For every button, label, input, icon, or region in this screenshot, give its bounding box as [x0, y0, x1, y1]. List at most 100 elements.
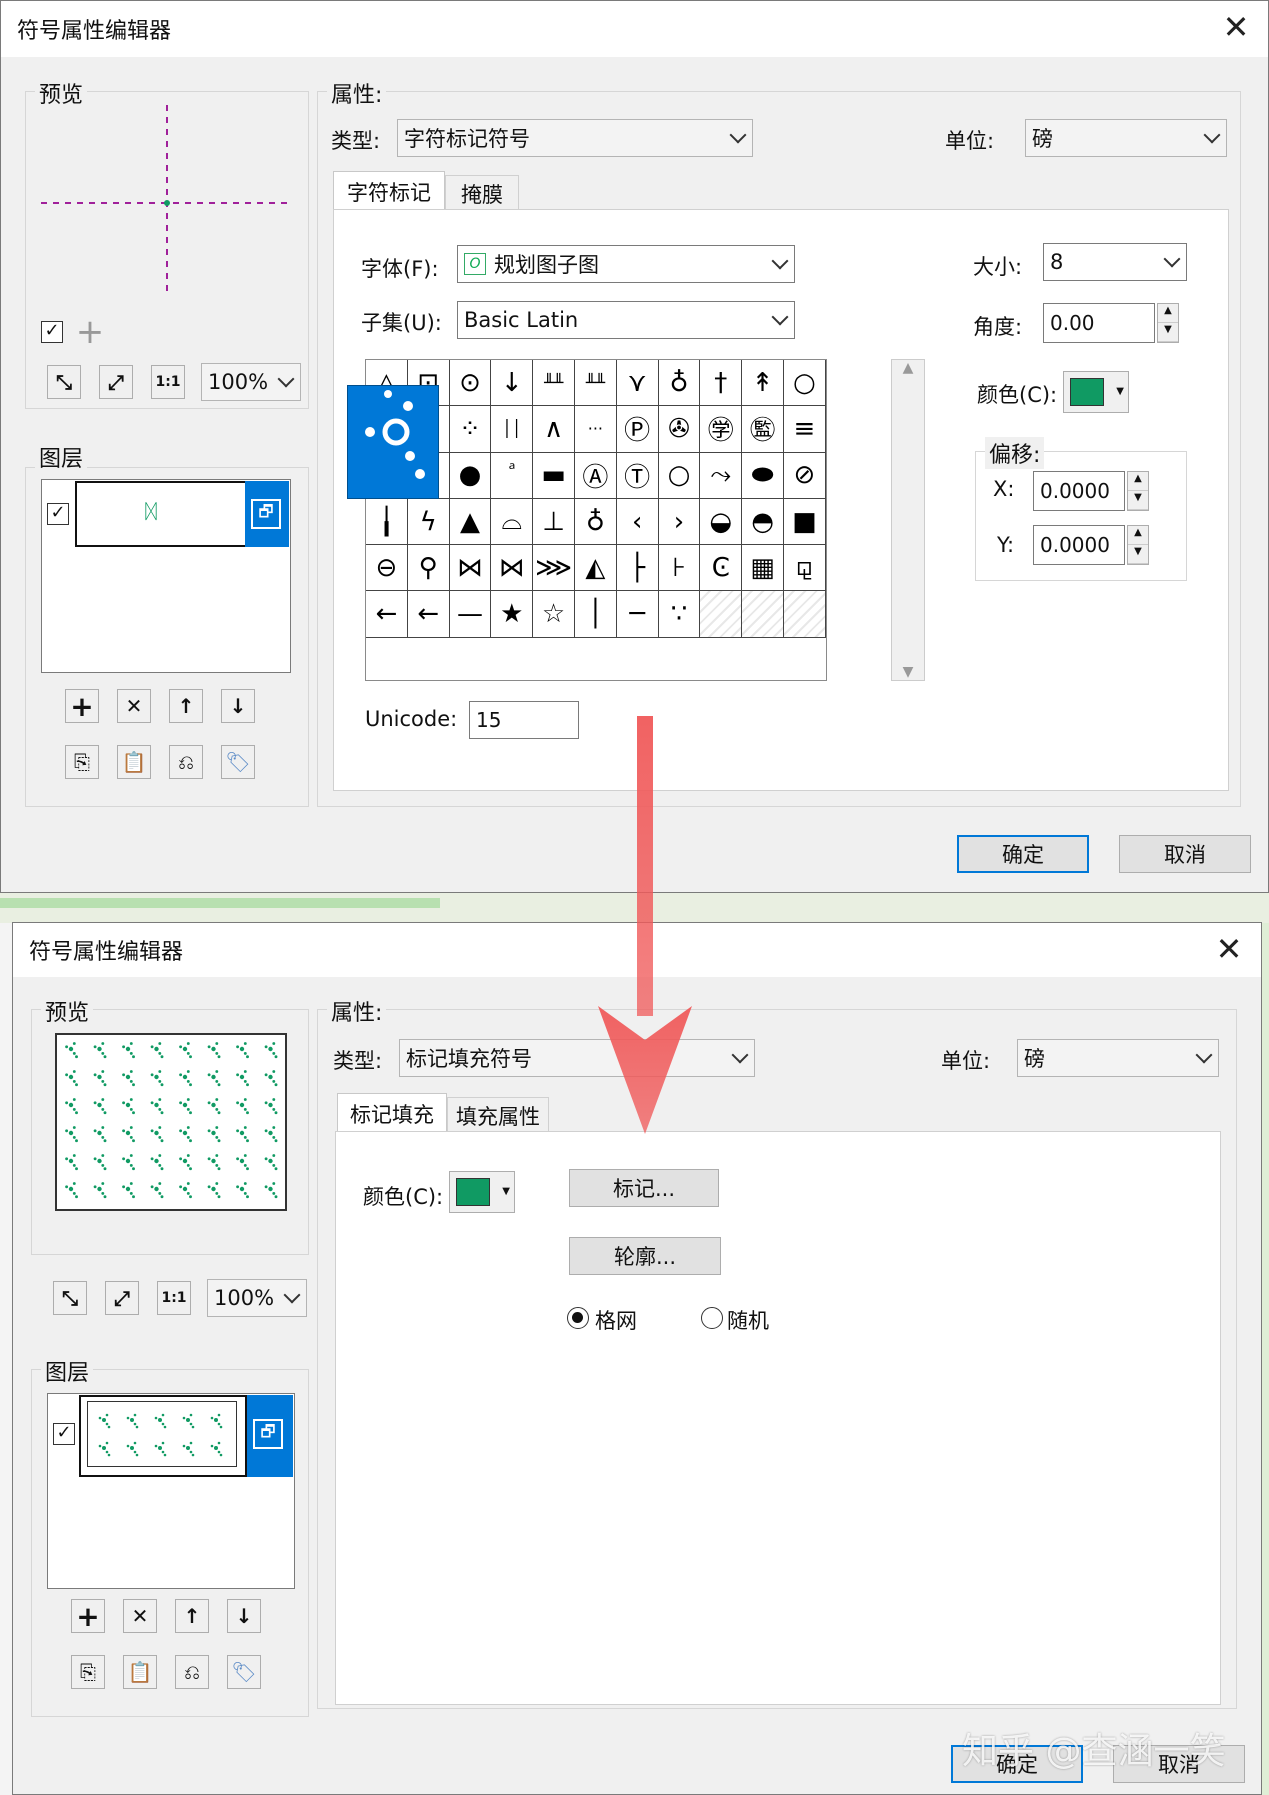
color-picker[interactable]: ▼	[1063, 371, 1129, 413]
type-combo[interactable]: 字符标记符号	[397, 119, 753, 157]
zoom-combo-2[interactable]: 100%	[207, 1279, 307, 1317]
angle-spinner[interactable]: ▲ ▼	[1157, 303, 1179, 343]
plus-icon[interactable]: +	[73, 312, 107, 352]
glyph-cell[interactable]	[783, 591, 826, 638]
move-down-icon[interactable]: ↓	[221, 689, 255, 723]
glyph-cell[interactable]: ✇	[658, 406, 701, 453]
type-combo-2[interactable]: 标记填充符号	[399, 1039, 755, 1077]
glyph-cell[interactable]: ●	[449, 452, 492, 499]
glyph-cell[interactable]: Ⓐ	[574, 452, 617, 499]
glyph-cell[interactable]: ⋈	[491, 545, 534, 592]
glyph-cell[interactable]: ⊙	[449, 360, 492, 407]
glyph-cell[interactable]: │	[574, 591, 617, 638]
tag-icon[interactable]: 🏷	[221, 745, 255, 779]
glyph-cell[interactable]: ││	[491, 406, 534, 453]
reset-icon-2[interactable]: ⎌	[175, 1655, 209, 1689]
glyph-cell[interactable]: ○	[783, 360, 826, 407]
random-radio[interactable]	[701, 1307, 723, 1329]
glyph-cell[interactable]: ⋙	[533, 545, 575, 592]
size-combo[interactable]: 8	[1043, 243, 1187, 281]
actual-size-icon-2[interactable]: 1:1	[157, 1281, 191, 1315]
actual-size-icon[interactable]: 1:1	[151, 365, 185, 399]
glyph-cell[interactable]: ⚲	[407, 545, 450, 592]
reset-icon[interactable]: ⎌	[169, 745, 203, 779]
glyph-cell[interactable]: ∵	[658, 591, 701, 638]
glyph-cell[interactable]: ▲	[449, 498, 492, 546]
glyph-cell[interactable]: ⷶ	[491, 452, 534, 499]
glyph-cell[interactable]: ◒	[700, 498, 743, 546]
glyph-scrollbar[interactable]: ▲ ▼	[891, 359, 925, 681]
unit-combo-2[interactable]: 磅	[1017, 1039, 1219, 1077]
glyph-cell[interactable]: ★	[491, 591, 534, 638]
glyph-cell[interactable]: ∧	[533, 406, 575, 453]
glyph-cell[interactable]: ◭	[574, 545, 617, 592]
tab-mask[interactable]: 掩膜	[445, 175, 519, 211]
glyph-cell[interactable]: Ⓣ	[616, 452, 659, 499]
zoom-out-icon-2[interactable]: ⤢	[105, 1281, 139, 1315]
tab-fill-properties[interactable]: 填充属性	[447, 1097, 549, 1133]
glyph-cell[interactable]: Ⓟ	[616, 406, 659, 453]
glyph-cell[interactable]	[742, 591, 784, 638]
glyph-cell[interactable]: ⊘	[783, 452, 826, 499]
paste-icon-2[interactable]: 📋	[123, 1655, 157, 1689]
grid-radio[interactable]	[567, 1307, 589, 1329]
add-layer-icon[interactable]: +	[65, 689, 99, 723]
remove-layer-icon-2[interactable]: ✕	[123, 1599, 157, 1633]
move-up-icon[interactable]: ↑	[169, 689, 203, 723]
glyph-cell[interactable]: ···	[574, 406, 617, 453]
glyph-cell[interactable]: ≡	[783, 406, 826, 453]
glyph-cell[interactable]: ⊥	[533, 498, 575, 546]
fill-color-picker[interactable]: ▼	[449, 1171, 515, 1213]
cancel-button[interactable]: 取消	[1119, 835, 1251, 873]
move-down-icon-2[interactable]: ↓	[227, 1599, 261, 1633]
offset-y-input[interactable]: 0.0000	[1033, 525, 1125, 565]
glyph-cell[interactable]: ◓	[742, 498, 784, 546]
glyph-cell[interactable]: ↟	[742, 360, 784, 407]
move-up-icon-2[interactable]: ↑	[175, 1599, 209, 1633]
glyph-cell[interactable]: —	[449, 591, 492, 638]
glyph-cell[interactable]: ⋈	[449, 545, 492, 592]
glyph-cell[interactable]: ㊬	[742, 406, 784, 453]
glyph-cell[interactable]: ⚼	[783, 545, 826, 592]
layer-visible-checkbox-2[interactable]: ✓	[53, 1423, 75, 1445]
glyph-cell[interactable]	[700, 591, 743, 638]
glyph-cell[interactable]: †	[700, 360, 743, 407]
glyph-cell[interactable]: ⌓	[491, 498, 534, 546]
glyph-cell[interactable]: ├	[616, 545, 659, 592]
glyph-cell[interactable]: ←	[366, 591, 408, 638]
preview-checkbox[interactable]: ✓	[41, 321, 63, 343]
glyph-cell[interactable]: ‹	[616, 498, 659, 546]
offset-y-spinner[interactable]: ▲ ▼	[1127, 525, 1149, 565]
glyph-cell[interactable]: ╨╨	[533, 360, 575, 407]
add-layer-icon-2[interactable]: +	[71, 1599, 105, 1633]
glyph-cell[interactable]: ㊫	[700, 406, 743, 453]
glyph-cell[interactable]: ○	[658, 452, 701, 499]
glyph-cell[interactable]: ♁	[658, 360, 701, 407]
glyph-cell[interactable]: ╨╨	[574, 360, 617, 407]
close-icon[interactable]: ✕	[1216, 7, 1256, 47]
zoom-out-icon[interactable]: ⤢	[99, 365, 133, 399]
selected-glyph-popup[interactable]	[347, 385, 439, 499]
glyph-cell[interactable]: ─	[616, 591, 659, 638]
glyph-cell[interactable]: ←	[407, 591, 450, 638]
lock-icon-2[interactable]: 🗗	[253, 1419, 283, 1449]
outline-button[interactable]: 轮廓...	[569, 1237, 721, 1275]
offset-x-input[interactable]: 0.0000	[1033, 471, 1125, 511]
layer-visible-checkbox[interactable]: ✓	[47, 503, 69, 525]
paste-icon[interactable]: 📋	[117, 745, 151, 779]
subset-combo[interactable]: Basic Latin	[457, 301, 795, 339]
glyph-cell[interactable]: ⋎	[616, 360, 659, 407]
glyph-cell[interactable]: ⁘	[449, 406, 492, 453]
tab-char-marker[interactable]: 字符标记	[333, 171, 445, 211]
glyph-cell[interactable]: ■	[783, 498, 826, 546]
glyph-cell[interactable]: ⬬	[742, 452, 784, 499]
glyph-cell[interactable]: ▦	[742, 545, 784, 592]
unit-combo[interactable]: 磅	[1025, 119, 1227, 157]
tag-icon-2[interactable]: 🏷	[227, 1655, 261, 1689]
glyph-cell[interactable]: ╽	[366, 498, 408, 546]
glyph-cell[interactable]: ♁	[574, 498, 617, 546]
marker-button[interactable]: 标记...	[569, 1169, 719, 1207]
ok-button[interactable]: 确定	[957, 835, 1089, 873]
glyph-cell[interactable]: ›	[658, 498, 701, 546]
angle-input[interactable]: 0.00	[1043, 303, 1155, 343]
